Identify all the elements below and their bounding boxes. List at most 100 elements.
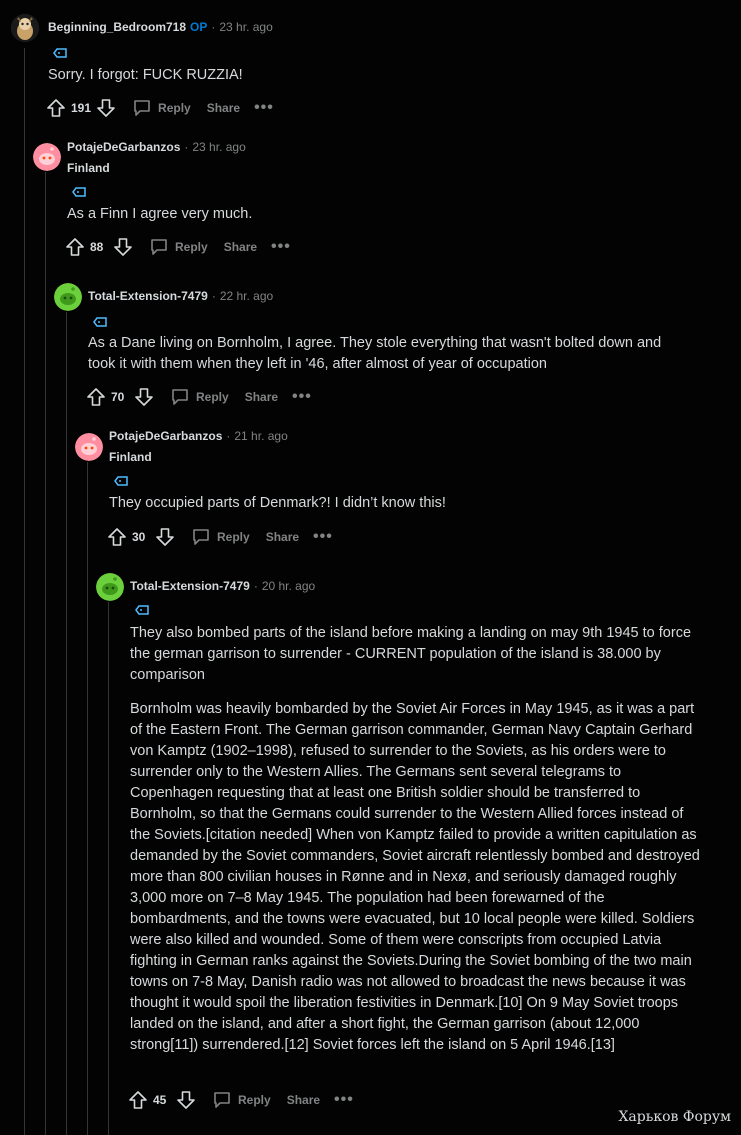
share-button[interactable]: Share	[207, 101, 240, 115]
vote-score: 45	[153, 1093, 167, 1107]
comment-header: Total-Extension-7479 · 22 hr. ago	[88, 289, 273, 303]
thread-line-level-2[interactable]	[66, 312, 67, 1135]
downvote-icon[interactable]	[96, 98, 116, 118]
upvote-icon[interactable]	[107, 527, 127, 547]
reply-button[interactable]: Reply	[170, 387, 229, 407]
comment-paragraph: As a Finn I agree very much.	[67, 206, 253, 222]
user-flair: Finland	[109, 450, 152, 464]
custom-avatar-icon	[11, 14, 39, 42]
reply-icon	[172, 389, 188, 405]
more-options-button[interactable]: •••	[271, 239, 291, 255]
vote-score: 191	[71, 101, 92, 115]
comment-body: Sorry. I forgot: FUCK RUZZIA!	[48, 65, 688, 99]
comment-actions: 191 Reply Share •••	[46, 96, 274, 120]
vote-score: 30	[132, 530, 146, 544]
timestamp[interactable]: 21 hr. ago	[234, 429, 287, 443]
thread-line-level-3[interactable]	[87, 462, 88, 1135]
user-avatar[interactable]	[96, 573, 124, 601]
comment-body: They also bombed parts of the island bef…	[130, 623, 700, 1069]
comment-actions: 45 Reply Share •••	[128, 1088, 354, 1112]
downvote-icon[interactable]	[176, 1090, 196, 1110]
comment-paragraph: Sorry. I forgot: FUCK RUZZIA!	[48, 67, 243, 83]
reply-icon	[214, 1092, 230, 1108]
snoo-avatar-icon	[33, 143, 61, 171]
comment-body: As a Dane living on Bornholm, I agree. T…	[88, 333, 688, 388]
snoo-avatar-icon	[75, 433, 103, 461]
share-button[interactable]: Share	[287, 1093, 320, 1107]
award-icon[interactable]	[114, 476, 128, 486]
username[interactable]: Total-Extension-7479	[130, 579, 250, 593]
separator: ·	[253, 579, 258, 593]
award-icon[interactable]	[53, 48, 67, 58]
comment-paragraph: They occupied parts of Denmark?! I didn’…	[109, 495, 446, 511]
separator: ·	[211, 20, 216, 34]
timestamp[interactable]: 20 hr. ago	[262, 579, 315, 593]
timestamp[interactable]: 23 hr. ago	[219, 20, 272, 34]
comment-header: Beginning_Bedroom718 OP · 23 hr. ago	[48, 20, 273, 34]
reply-button[interactable]: Reply	[132, 98, 191, 118]
reply-label: Reply	[158, 101, 191, 115]
comment-actions: 30 Reply Share •••	[107, 525, 333, 549]
username[interactable]: PotajeDeGarbanzos	[109, 429, 222, 443]
timestamp[interactable]: 22 hr. ago	[220, 289, 273, 303]
downvote-icon[interactable]	[113, 237, 133, 257]
downvote-icon[interactable]	[134, 387, 154, 407]
thread-line-level-1[interactable]	[45, 172, 46, 1135]
reply-icon	[134, 100, 150, 116]
username[interactable]: Beginning_Bedroom718	[48, 20, 186, 34]
comment-body: As a Finn I agree very much.	[67, 204, 687, 238]
reply-label: Reply	[175, 240, 208, 254]
reply-label: Reply	[238, 1093, 271, 1107]
comment-paragraph: They also bombed parts of the island bef…	[130, 625, 692, 683]
separator: ·	[211, 289, 216, 303]
comment-header: Total-Extension-7479 · 20 hr. ago	[130, 579, 315, 593]
user-avatar[interactable]	[33, 143, 61, 171]
comment-actions: 88 Reply Share •••	[65, 235, 291, 259]
snoo-avatar-icon	[96, 573, 124, 601]
user-avatar[interactable]	[11, 14, 39, 42]
comment-header: PotajeDeGarbanzos · 23 hr. ago	[67, 140, 246, 154]
thread-line-level-0[interactable]	[24, 48, 25, 1135]
reply-label: Reply	[217, 530, 250, 544]
award-icon[interactable]	[93, 317, 107, 327]
comment-body: They occupied parts of Denmark?! I didn’…	[109, 493, 699, 527]
reply-button[interactable]: Reply	[149, 237, 208, 257]
user-avatar[interactable]	[54, 283, 82, 311]
reply-button[interactable]: Reply	[212, 1090, 271, 1110]
comment-actions: 70 Reply Share •••	[86, 385, 312, 409]
thread-line-level-4[interactable]	[108, 602, 109, 1135]
more-options-button[interactable]: •••	[334, 1092, 354, 1108]
timestamp[interactable]: 23 hr. ago	[192, 140, 245, 154]
upvote-icon[interactable]	[128, 1090, 148, 1110]
award-icon[interactable]	[135, 605, 149, 615]
comment-paragraph: As a Dane living on Bornholm, I agree. T…	[88, 335, 662, 372]
comment-paragraph: Bornholm was heavily bombarded by the So…	[130, 701, 700, 1053]
upvote-icon[interactable]	[65, 237, 85, 257]
username[interactable]: PotajeDeGarbanzos	[67, 140, 180, 154]
user-flair: Finland	[67, 161, 110, 175]
separator: ·	[226, 429, 231, 443]
vote-score: 70	[111, 390, 125, 404]
username[interactable]: Total-Extension-7479	[88, 289, 208, 303]
upvote-icon[interactable]	[86, 387, 106, 407]
award-icon[interactable]	[72, 187, 86, 197]
reply-icon	[151, 239, 167, 255]
more-options-button[interactable]: •••	[292, 389, 312, 405]
upvote-icon[interactable]	[46, 98, 66, 118]
watermark: Харьков Форум	[618, 1109, 731, 1125]
user-avatar[interactable]	[75, 433, 103, 461]
share-button[interactable]: Share	[245, 390, 278, 404]
downvote-icon[interactable]	[155, 527, 175, 547]
snoo-avatar-icon	[54, 283, 82, 311]
reply-icon	[193, 529, 209, 545]
more-options-button[interactable]: •••	[313, 529, 333, 545]
share-button[interactable]: Share	[266, 530, 299, 544]
op-badge: OP	[190, 20, 208, 34]
vote-score: 88	[90, 240, 104, 254]
more-options-button[interactable]: •••	[254, 100, 274, 116]
separator: ·	[184, 140, 189, 154]
share-button[interactable]: Share	[224, 240, 257, 254]
comment-header: PotajeDeGarbanzos · 21 hr. ago	[109, 429, 288, 443]
reply-button[interactable]: Reply	[191, 527, 250, 547]
reply-label: Reply	[196, 390, 229, 404]
